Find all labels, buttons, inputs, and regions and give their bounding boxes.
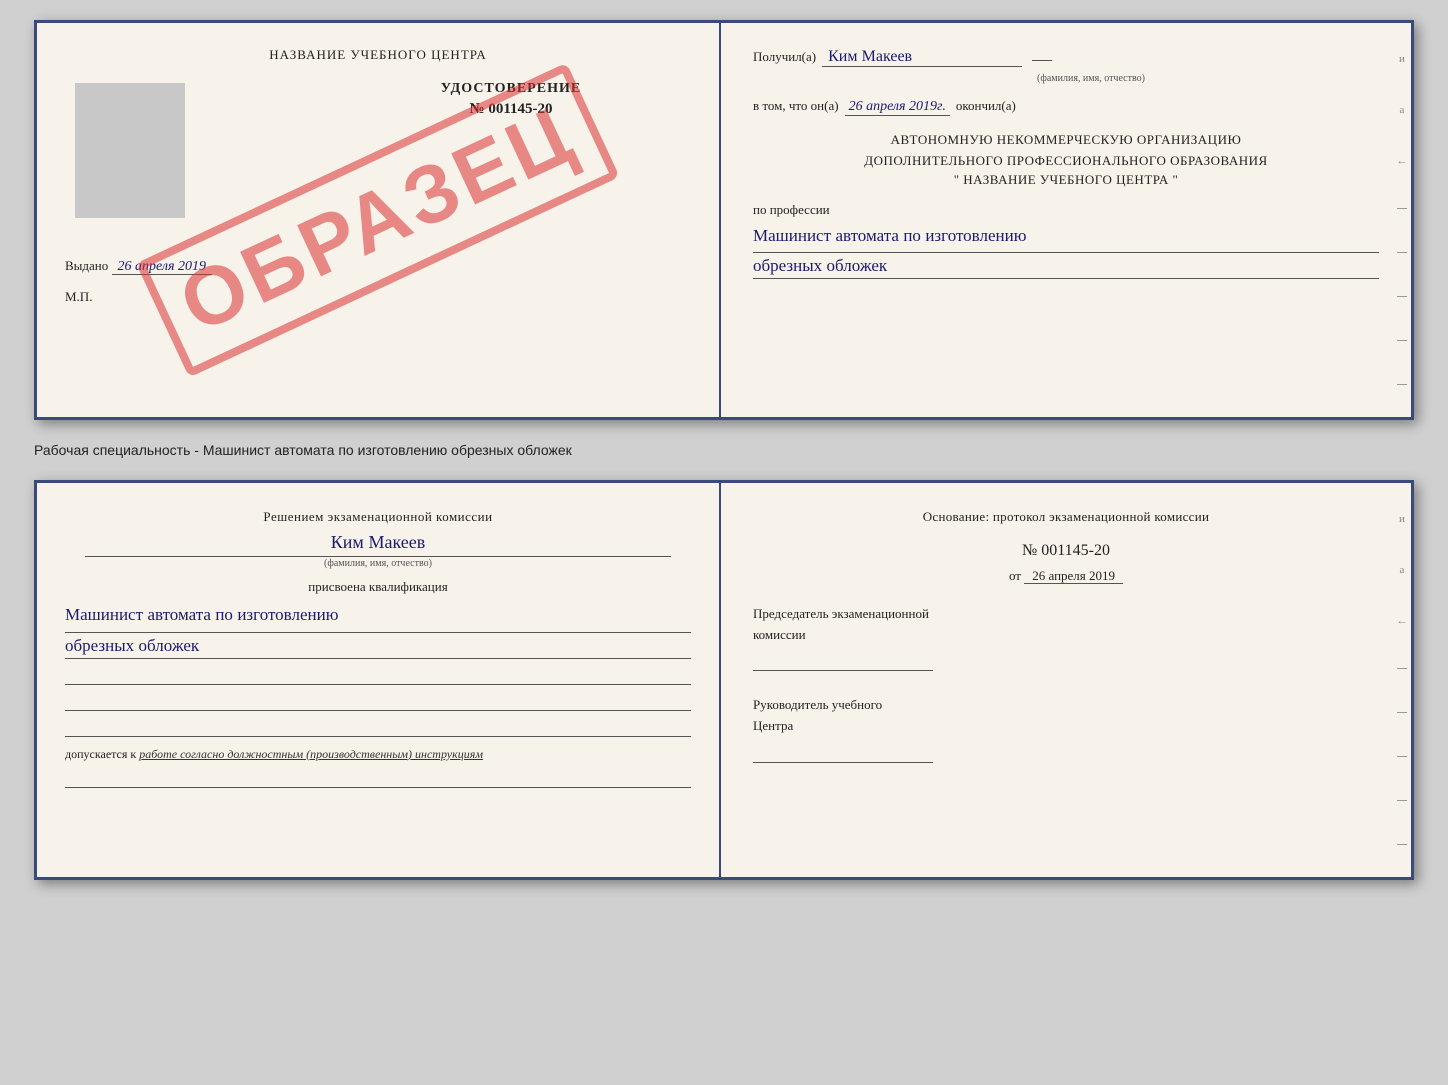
profession-line1: Машинист автомата по изготовлению <box>753 222 1379 254</box>
side-i-2: и <box>1399 513 1405 525</box>
okonchil-label: окончил(а) <box>956 98 1016 114</box>
side-dash-10 <box>1397 844 1407 845</box>
ot-date-value: 26 апреля 2019 <box>1024 568 1123 584</box>
rukovoditel-block: Руководитель учебного Центра <box>753 695 1379 763</box>
dopusk-text: работе согласно должностным (производств… <box>139 747 483 761</box>
side-dash-4 <box>1397 340 1407 341</box>
org-block: АВТОНОМНУЮ НЕКОММЕРЧЕСКУЮ ОРГАНИЗАЦИЮ ДО… <box>753 130 1379 188</box>
protocol-number: № 001145-20 <box>753 542 1379 560</box>
org-name: " НАЗВАНИЕ УЧЕБНОГО ЦЕНТРА " <box>753 172 1379 188</box>
ot-label: от <box>1009 568 1021 583</box>
side-arrow: ← <box>1397 155 1408 167</box>
side-dash-5 <box>1397 384 1407 385</box>
received-line: Получил(а) Ким Макеев <box>753 47 1379 67</box>
qualification-line1: Машинист автомата по изготовлению <box>65 601 691 633</box>
blank-line-3 <box>65 719 691 737</box>
side-dash-9 <box>1397 800 1407 801</box>
chairman-label: Председатель экзаменационной <box>753 604 1379 625</box>
vtom-label: в том, что он(а) <box>753 98 839 114</box>
cert-number: № 001145-20 <box>331 101 691 118</box>
dopusk-label: допускается к <box>65 747 136 761</box>
vtom-line: в том, что он(а) 26 апреля 2019г. окончи… <box>753 98 1379 116</box>
doc2-name: Ким Макеев <box>65 532 691 554</box>
issued-date-value: 26 апреля 2019 <box>112 259 212 275</box>
rukovoditel-sign-line <box>753 741 933 763</box>
received-name: Ким Макеев <box>822 47 1022 67</box>
profession-label: по профессии <box>753 202 1379 218</box>
osnovaniye-label: Основание: протокол экзаменационной коми… <box>753 507 1379 528</box>
side-a: а <box>1400 104 1405 116</box>
qualification-line2: обрезных обложек <box>65 635 691 659</box>
side-decoration-doc2: и а ← <box>1393 483 1411 877</box>
fio-subtitle: (фамилия, имя, отчество) <box>803 73 1379 84</box>
document-2: Решением экзаменационной комиссии Ким Ма… <box>34 480 1414 880</box>
blank-line-2 <box>65 693 691 711</box>
side-dash-6 <box>1397 668 1407 669</box>
dopusk-block: допускается к работе согласно должностны… <box>65 747 691 762</box>
between-label: Рабочая специальность - Машинист автомат… <box>34 436 1414 464</box>
cert-title: УДОСТОВЕРЕНИЕ <box>331 81 691 97</box>
side-dash-3 <box>1397 296 1407 297</box>
org-line2: ДОПОЛНИТЕЛЬНОГО ПРОФЕССИОНАЛЬНОГО ОБРАЗО… <box>753 151 1379 172</box>
doc2-fio-label: (фамилия, имя, отчество) <box>85 556 671 569</box>
chairman-label2: комиссии <box>753 625 1379 646</box>
blank-line-bottom <box>65 770 691 788</box>
rukovoditel-label: Руководитель учебного <box>753 695 1379 716</box>
side-arrow-2: ← <box>1397 615 1408 627</box>
side-a-2: а <box>1400 564 1405 576</box>
side-i: и <box>1399 53 1405 65</box>
side-dash-2 <box>1397 252 1407 253</box>
issued-date-block: Выдано 26 апреля 2019 <box>65 258 691 275</box>
vtom-date: 26 апреля 2019г. <box>845 99 950 116</box>
doc2-left-page: Решением экзаменационной комиссии Ким Ма… <box>37 483 721 877</box>
ot-date-block: от 26 апреля 2019 <box>753 568 1379 584</box>
doc1-left-page: НАЗВАНИЕ УЧЕБНОГО ЦЕНТРА УДОСТОВЕРЕНИЕ №… <box>37 23 721 417</box>
issued-label: Выдано <box>65 258 108 273</box>
chairman-sign-line <box>753 649 933 671</box>
side-dash-1 <box>1397 208 1407 209</box>
doc1-right-page: Получил(а) Ким Макеев (фамилия, имя, отч… <box>721 23 1411 417</box>
org-line1: АВТОНОМНУЮ НЕКОММЕРЧЕСКУЮ ОРГАНИЗАЦИЮ <box>753 130 1379 151</box>
decision-title: Решением экзаменационной комиссии <box>65 507 691 528</box>
document-1: НАЗВАНИЕ УЧЕБНОГО ЦЕНТРА УДОСТОВЕРЕНИЕ №… <box>34 20 1414 420</box>
prisvoyena-label: присвоена квалификация <box>65 579 691 595</box>
doc2-right-page: Основание: протокол экзаменационной коми… <box>721 483 1411 877</box>
blank-line-1 <box>65 667 691 685</box>
training-center-title-top: НАЗВАНИЕ УЧЕБНОГО ЦЕНТРА <box>65 47 691 63</box>
chairman-block: Председатель экзаменационной комиссии <box>753 604 1379 672</box>
side-decoration-doc1: и а ← <box>1393 23 1411 417</box>
rukovoditel-label2: Центра <box>753 716 1379 737</box>
side-dash-8 <box>1397 756 1407 757</box>
profession-line2: обрезных обложек <box>753 255 1379 279</box>
received-label: Получил(а) <box>753 49 816 65</box>
photo-placeholder <box>75 83 185 218</box>
dash-after-name <box>1032 60 1052 61</box>
mp-label: М.П. <box>65 289 691 305</box>
side-dash-7 <box>1397 712 1407 713</box>
